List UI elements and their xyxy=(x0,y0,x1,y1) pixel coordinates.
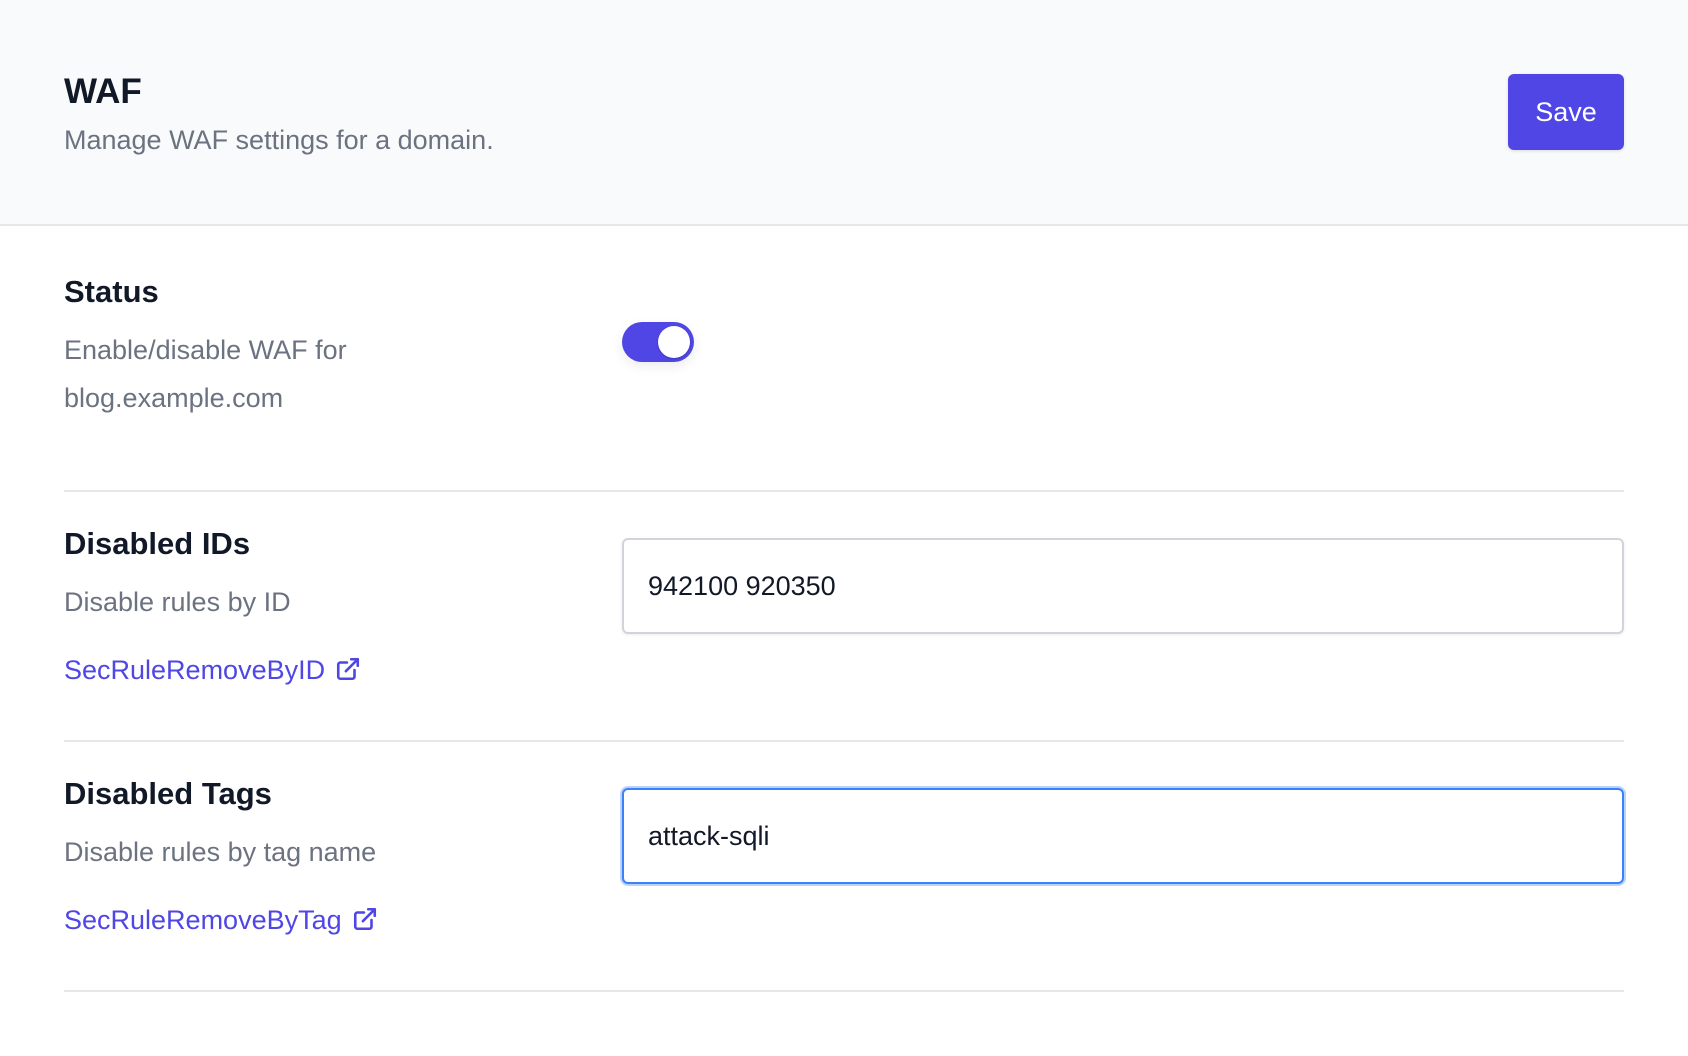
disabled-ids-description: Disable rules by ID xyxy=(64,587,291,617)
waf-status-toggle[interactable] xyxy=(622,322,694,362)
page-header: WAF Manage WAF settings for a domain. Sa… xyxy=(0,0,1688,226)
status-description: Enable/disable WAF for blog.example.com xyxy=(64,335,347,413)
link-label: SecRuleRemoveByID xyxy=(64,655,326,685)
link-label: SecRuleRemoveByTag xyxy=(64,905,342,935)
sec-rule-remove-by-tag-link[interactable]: SecRuleRemoveByTag xyxy=(64,902,378,941)
page-title: WAF xyxy=(64,72,142,111)
disabled-tags-section: Disabled Tags Disable rules by tag name … xyxy=(64,742,1624,992)
disabled-tags-input[interactable] xyxy=(622,788,1624,884)
disabled-ids-section: Disabled IDs Disable rules by ID SecRule… xyxy=(64,492,1624,742)
status-title: Status xyxy=(64,274,159,309)
disabled-tags-description: Disable rules by tag name xyxy=(64,837,377,867)
disabled-ids-title: Disabled IDs xyxy=(64,526,251,561)
sec-rule-remove-by-id-link[interactable]: SecRuleRemoveByID xyxy=(64,652,361,691)
save-button[interactable]: Save xyxy=(1508,74,1624,150)
external-link-icon xyxy=(352,905,378,941)
page-subtitle: Manage WAF settings for a domain. xyxy=(64,125,494,155)
toggle-knob xyxy=(658,326,690,358)
disabled-tags-title: Disabled Tags xyxy=(64,776,272,811)
external-link-icon xyxy=(335,655,361,691)
status-section: Status Enable/disable WAF for blog.examp… xyxy=(64,226,1624,492)
disabled-ids-input[interactable] xyxy=(622,538,1624,634)
